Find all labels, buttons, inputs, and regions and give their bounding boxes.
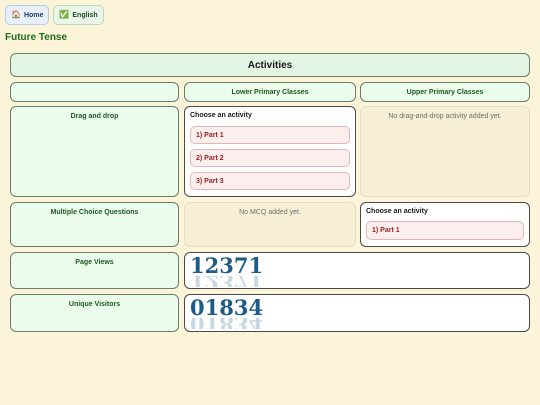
row-label-drag-and-drop: Drag and drop <box>10 106 179 197</box>
corner-cell <box>10 82 179 102</box>
page-views-counter: 12371 12371 <box>190 253 264 287</box>
drag-drop-lower-activities: Choose an activity 1) Part 1 2) Part 2 3… <box>184 106 356 197</box>
unique-visitors-counter-cell: 01834 01834 <box>184 294 530 332</box>
column-header-lower-primary: Lower Primary Classes <box>184 82 356 102</box>
page-views-reflection: 12371 <box>190 276 263 287</box>
activity-part-button[interactable]: 1) Part 1 <box>366 221 524 240</box>
activities-header: Activities <box>10 53 530 77</box>
mcq-upper-activities: Choose an activity 1) Part 1 <box>360 202 530 247</box>
english-button-label: English <box>72 11 98 19</box>
unique-visitors-reflection: 01834 <box>190 318 263 329</box>
activity-part-button[interactable]: 1) Part 1 <box>190 126 350 144</box>
english-button[interactable]: ✅ English <box>53 5 104 25</box>
unique-visitors-counter: 01834 01834 <box>190 295 264 329</box>
activity-part-button[interactable]: 2) Part 2 <box>190 149 350 167</box>
drag-drop-upper-empty: No drag-and-drop activity added yet. <box>360 106 530 197</box>
home-button-label: Home <box>23 11 44 19</box>
column-header-upper-primary: Upper Primary Classes <box>360 82 530 102</box>
row-label-mcq: Multiple Choice Questions <box>10 202 179 247</box>
unique-visitors-value: 01834 <box>190 295 264 320</box>
page-views-counter-cell: 12371 12371 <box>184 252 530 289</box>
page-views-value: 12371 <box>190 253 264 278</box>
page: 🏠 Home ✅ English Future Tense Activities… <box>0 0 540 405</box>
mcq-lower-empty: No MCQ added yet. <box>184 202 356 247</box>
home-icon: 🏠 <box>11 10 21 19</box>
home-button[interactable]: 🏠 Home <box>5 5 50 25</box>
check-icon: ✅ <box>59 10 70 19</box>
row-label-page-views: Page Views <box>10 252 179 289</box>
row-label-unique-visitors: Unique Visitors <box>10 294 179 332</box>
activity-part-button[interactable]: 3) Part 3 <box>190 172 350 190</box>
top-nav: 🏠 Home ✅ English <box>5 5 104 25</box>
choose-activity-label: Choose an activity <box>190 112 252 119</box>
page-title: Future Tense <box>5 32 68 43</box>
choose-activity-label: Choose an activity <box>366 208 428 215</box>
